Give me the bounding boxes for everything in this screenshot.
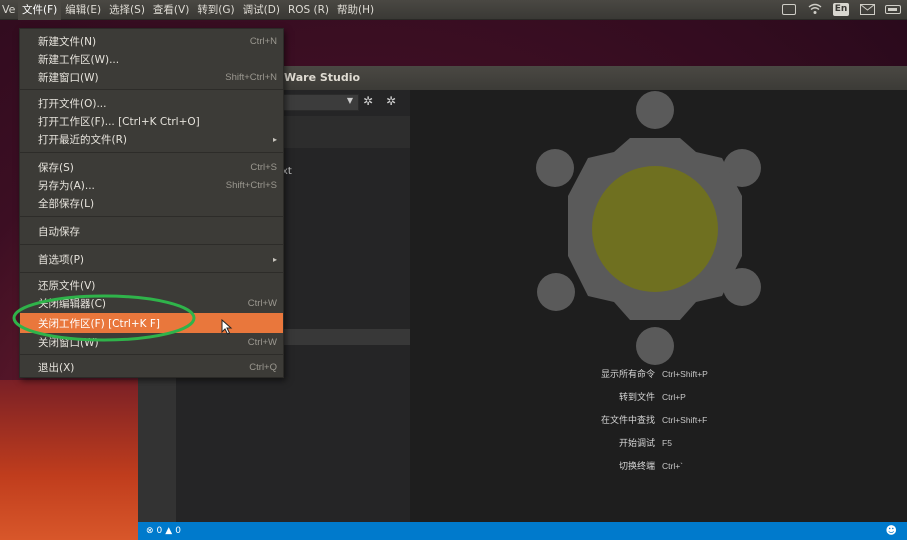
menu-selection[interactable]: 选择(S) [105, 0, 149, 20]
system-tray: En [781, 2, 901, 16]
shortcut-key: Ctrl+P [662, 391, 686, 402]
warning-count: 0 [175, 526, 181, 536]
menu-item-shortcut: Ctrl+N [249, 35, 277, 47]
chevron-down-icon: ▼ [346, 96, 353, 105]
status-bar: ⊗ 0 ▲ 0 ☻ [138, 522, 907, 540]
menu-item-label: 打开工作区(F)... [Ctrl+K Ctrl+O] [38, 115, 200, 128]
shortcut-label: 切换终端 [618, 462, 655, 472]
shortcut-label: 在文件中查找 [600, 416, 655, 426]
ros-logo-icon [536, 91, 761, 365]
menu-item-close-editor[interactable]: 关闭编辑器(C) Ctrl+W [20, 293, 283, 313]
wifi-icon[interactable] [807, 2, 823, 16]
shortcut-row[interactable]: 切换终端 Ctrl+` [580, 454, 780, 477]
desktop-glow [0, 380, 140, 540]
shortcut-row[interactable]: 转到文件 Ctrl+P [580, 385, 780, 408]
shortcut-key: Ctrl+Shift+P [662, 368, 708, 379]
menu-file[interactable]: 文件(F) [18, 0, 62, 20]
workspace-dropdown[interactable]: ▼ [283, 94, 359, 111]
app-menu-label[interactable]: Ve [0, 3, 18, 16]
menu-debug[interactable]: 调试(D) [239, 0, 284, 20]
menu-item-label: 还原文件(V) [38, 279, 96, 292]
menu-item-label: 退出(X) [38, 361, 75, 374]
mail-icon[interactable] [859, 2, 875, 16]
menu-item-label: 首选项(P) [38, 253, 85, 266]
menu-item-label: 关闭编辑器(C) [38, 297, 107, 310]
menu-item-save-as[interactable]: 另存为(A)... Shift+Ctrl+S [20, 175, 283, 195]
menu-item-label: 新建工作区(W)... [38, 53, 120, 66]
menu-item-label: 关闭窗口(W) [38, 336, 99, 349]
submenu-arrow-icon: ▸ [272, 254, 277, 264]
menu-item-open-file[interactable]: 打开文件(O)... [20, 93, 283, 113]
menu-item-auto-save[interactable]: 自动保存 [20, 221, 283, 241]
top-menubar: Ve 文件(F) 编辑(E) 选择(S) 查看(V) 转到(G) 调试(D) R… [0, 0, 907, 20]
shortcut-row[interactable]: 在文件中查找 Ctrl+Shift+F [580, 408, 780, 431]
menu-go[interactable]: 转到(G) [193, 0, 238, 20]
menu-item-shortcut: Shift+Ctrl+S [225, 179, 277, 191]
settings-gear-icon[interactable]: ✲ [363, 95, 375, 107]
shortcut-label: 显示所有命令 [600, 370, 655, 380]
menu-item-close-workspace[interactable]: 关闭工作区(F) [Ctrl+K F] [20, 313, 283, 333]
menu-item-revert-file[interactable]: 还原文件(V) [20, 275, 283, 295]
menu-item-label: 全部保存(L) [38, 197, 95, 210]
menu-item-shortcut: Ctrl+Q [249, 361, 277, 373]
shortcut-row[interactable]: 开始调试 F5 [580, 431, 780, 454]
battery-icon[interactable] [885, 2, 901, 16]
mouse-cursor-icon [221, 319, 233, 335]
menu-item-new-file[interactable]: 新建文件(N) Ctrl+N [20, 31, 283, 51]
menu-view[interactable]: 查看(V) [149, 0, 193, 20]
menu-item-label: 打开文件(O)... [38, 97, 107, 110]
welcome-shortcuts: 显示所有命令 Ctrl+Shift+P 转到文件 Ctrl+P 在文件中查找 C… [580, 362, 780, 477]
menu-help[interactable]: 帮助(H) [333, 0, 378, 20]
submenu-arrow-icon: ▸ [272, 134, 277, 144]
menu-item-close-window[interactable]: 关闭窗口(W) Ctrl+W [20, 332, 283, 352]
menu-item-new-window[interactable]: 新建窗口(W) Shift+Ctrl+N [20, 67, 283, 87]
shortcut-label: 开始调试 [618, 439, 655, 449]
menu-item-label: 关闭工作区(F) [Ctrl+K F] [38, 317, 161, 330]
menu-item-shortcut: Ctrl+W [247, 336, 277, 348]
menu-item-save[interactable]: 保存(S) Ctrl+S [20, 157, 283, 177]
menu-item-label: 另存为(A)... [38, 179, 95, 192]
keyboard-icon[interactable] [781, 2, 797, 16]
menu-item-new-workspace[interactable]: 新建工作区(W)... [20, 49, 283, 69]
problems-indicator[interactable]: ⊗ 0 ▲ 0 [146, 522, 181, 540]
menu-edit[interactable]: 编辑(E) [61, 0, 105, 20]
warning-icon: ▲ [165, 526, 173, 536]
menu-item-shortcut: Ctrl+W [247, 297, 277, 309]
shortcut-row[interactable]: 显示所有命令 Ctrl+Shift+P [580, 362, 780, 385]
menu-item-label: 打开最近的文件(R) [38, 133, 127, 146]
shortcut-key: F5 [662, 437, 672, 448]
input-language-badge[interactable]: En [833, 2, 849, 16]
menu-item-save-all[interactable]: 全部保存(L) [20, 193, 283, 213]
error-count: 0 [156, 526, 163, 536]
menu-ros[interactable]: ROS (R) [284, 0, 333, 20]
settings-gear-alt-icon[interactable]: ✲ [386, 95, 398, 107]
menu-item-shortcut: Shift+Ctrl+N [225, 71, 277, 83]
feedback-smiley-icon[interactable]: ☻ [886, 522, 897, 540]
menu-item-label: 自动保存 [38, 225, 80, 238]
menu-item-exit[interactable]: 退出(X) Ctrl+Q [20, 357, 283, 377]
menu-item-preferences[interactable]: 首选项(P) ▸ [20, 249, 283, 269]
window-title: Ware Studio [284, 71, 361, 84]
menu-item-label: 新建文件(N) [38, 35, 97, 48]
file-menu-dropdown: 新建文件(N) Ctrl+N 新建工作区(W)... 新建窗口(W) Shift… [19, 28, 284, 378]
menu-item-shortcut: Ctrl+S [250, 161, 277, 173]
error-icon: ⊗ [146, 526, 154, 536]
shortcut-label: 转到文件 [618, 393, 655, 403]
menu-item-label: 保存(S) [38, 161, 74, 174]
shortcut-key: Ctrl+` [662, 460, 684, 471]
shortcut-key: Ctrl+Shift+F [662, 414, 708, 425]
menu-item-open-recent[interactable]: 打开最近的文件(R) ▸ [20, 129, 283, 149]
menu-item-label: 新建窗口(W) [38, 71, 99, 84]
menu-item-open-workspace[interactable]: 打开工作区(F)... [Ctrl+K Ctrl+O] [20, 111, 283, 131]
